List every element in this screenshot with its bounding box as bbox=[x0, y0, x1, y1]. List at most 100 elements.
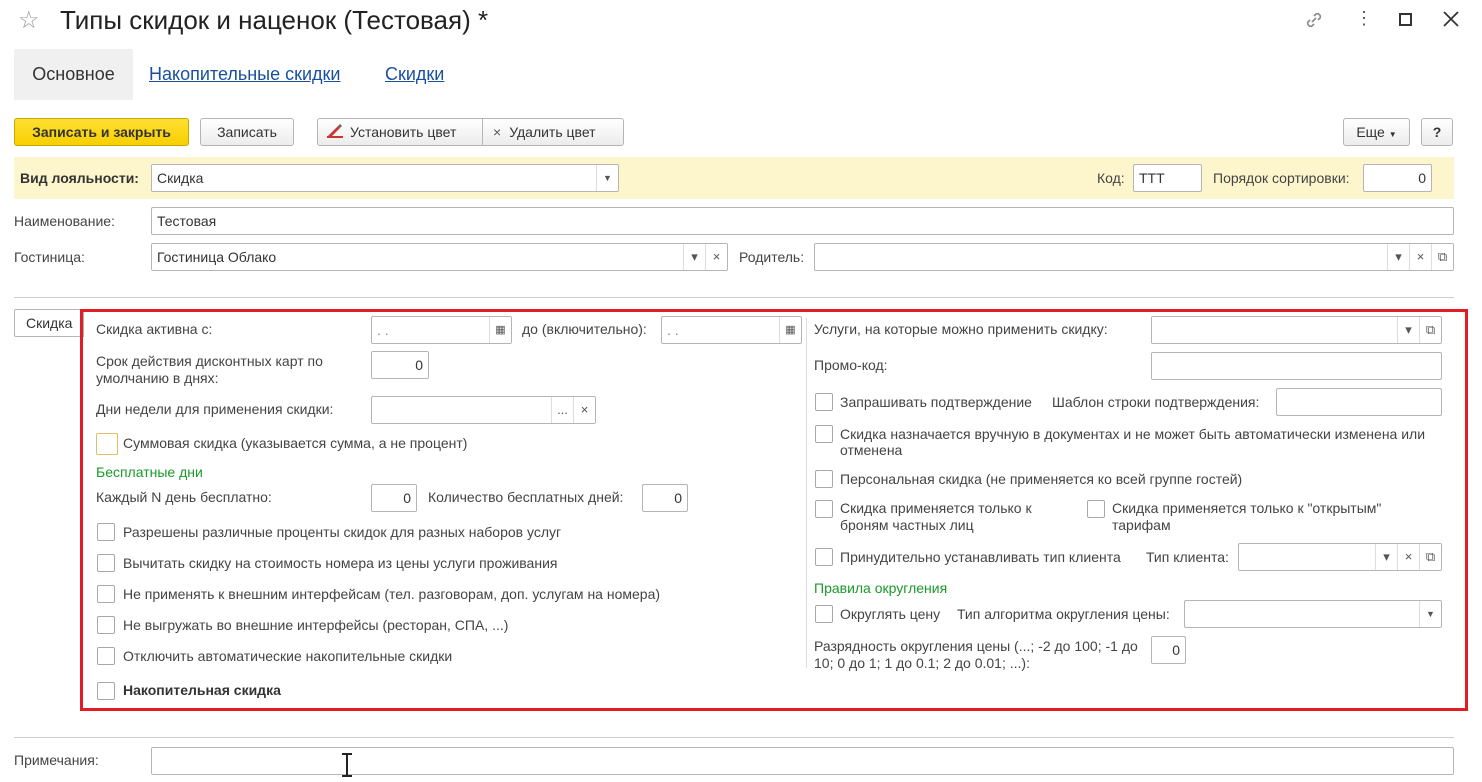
digits-label: Разрядность округления цены (...; -2 до … bbox=[814, 638, 1138, 671]
chevron-down-icon[interactable]: ▼ bbox=[596, 165, 618, 191]
ask-confirm-label: Запрашивать подтверждение bbox=[840, 394, 1032, 410]
algo-label: Тип алгоритма округления цены: bbox=[957, 606, 1170, 622]
check-label: Вычитать скидку на стоимость номера из ц… bbox=[123, 555, 558, 571]
chevron-down-icon[interactable]: ▾ bbox=[1375, 544, 1397, 570]
clear-icon[interactable]: × bbox=[1409, 244, 1431, 270]
active-from-date[interactable]: . . ▦ bbox=[371, 316, 512, 344]
calendar-icon[interactable]: ▦ bbox=[779, 317, 801, 343]
clear-icon[interactable]: × bbox=[1397, 544, 1419, 570]
checkbox[interactable] bbox=[97, 647, 115, 665]
text-cursor-icon bbox=[338, 752, 356, 781]
column-divider bbox=[806, 318, 807, 668]
client-type-select[interactable]: ▾ × ⧉ bbox=[1238, 543, 1442, 571]
confirm-template-input[interactable] bbox=[1276, 388, 1442, 416]
loyalty-select[interactable]: Скидка ▼ bbox=[151, 164, 619, 192]
tab-cumulative-discounts[interactable]: Накопительные скидки bbox=[149, 49, 341, 100]
chevron-down-icon[interactable]: ▾ bbox=[683, 244, 705, 270]
favorite-star-icon[interactable]: ☆ bbox=[18, 6, 40, 35]
free-count-input[interactable]: 0 bbox=[642, 484, 688, 512]
free-count-label: Количество бесплатных дней: bbox=[428, 489, 624, 505]
close-icon[interactable] bbox=[1442, 8, 1460, 34]
parent-select[interactable]: ▾ × ⧉ bbox=[814, 243, 1454, 271]
cumulative-checkbox[interactable] bbox=[97, 682, 115, 700]
parent-label: Родитель: bbox=[739, 249, 805, 265]
personal-checkbox[interactable] bbox=[815, 470, 833, 488]
code-label: Код: bbox=[1097, 170, 1125, 186]
tab-main[interactable]: Основное bbox=[14, 49, 133, 100]
card-term-label: Срок действия дисконтных карт по умолчан… bbox=[96, 353, 323, 386]
chevron-down-icon[interactable]: ▼ bbox=[1419, 601, 1441, 627]
maximize-icon[interactable] bbox=[1398, 8, 1414, 34]
active-from-label: Скидка активна с: bbox=[96, 321, 213, 337]
help-button[interactable]: ? bbox=[1421, 118, 1453, 146]
window-title: Типы скидок и наценок (Тестовая) * bbox=[60, 5, 489, 35]
active-to-date[interactable]: . . ▦ bbox=[661, 316, 802, 344]
delete-color-button[interactable]: × Удалить цвет bbox=[482, 118, 624, 146]
checkbox[interactable] bbox=[97, 523, 115, 541]
group-tab-discount[interactable]: Скидка bbox=[14, 309, 84, 337]
private-only-label: Скидка применяется только к броням частн… bbox=[840, 500, 1032, 533]
cumulative-label: Накопительная скидка bbox=[123, 682, 281, 698]
free-days-header: Бесплатные дни bbox=[96, 464, 203, 480]
check-label: Разрешены различные проценты скидок для … bbox=[123, 524, 562, 540]
more-button[interactable]: Еще ▼ bbox=[1343, 118, 1410, 146]
check-label: Не применять к внешним интерфейсам (тел.… bbox=[123, 586, 661, 602]
check-label: Отключить автоматические накопительные с… bbox=[123, 648, 453, 664]
every-n-input[interactable]: 0 bbox=[371, 484, 417, 512]
personal-label: Персональная скидка (не применяется ко в… bbox=[840, 471, 1243, 487]
more-vertical-icon[interactable]: ⋮ bbox=[1355, 8, 1373, 29]
sort-order-input[interactable]: 0 bbox=[1363, 164, 1432, 192]
services-label: Услуги, на которые можно применить скидк… bbox=[814, 321, 1108, 337]
paint-icon bbox=[326, 120, 344, 146]
date-value: . . bbox=[667, 322, 679, 338]
name-label: Наименование: bbox=[14, 213, 115, 229]
delete-icon: × bbox=[493, 124, 502, 140]
checkbox[interactable] bbox=[97, 554, 115, 572]
chevron-down-icon[interactable]: ▾ bbox=[1387, 244, 1409, 270]
save-button[interactable]: Записать bbox=[200, 118, 294, 146]
hotel-value: Гостиница Облако bbox=[157, 249, 277, 265]
open-icon[interactable]: ⧉ bbox=[1431, 244, 1453, 270]
round-price-checkbox[interactable] bbox=[815, 605, 833, 623]
sum-discount-label: Суммовая скидка (указывается сумма, а не… bbox=[123, 435, 468, 451]
sum-discount-checkbox[interactable] bbox=[96, 433, 118, 455]
clear-icon[interactable]: × bbox=[573, 397, 595, 423]
force-client-checkbox[interactable] bbox=[815, 548, 833, 566]
checkbox[interactable] bbox=[97, 616, 115, 634]
date-value: . . bbox=[377, 322, 389, 338]
checkbox[interactable] bbox=[97, 585, 115, 603]
link-icon[interactable] bbox=[1302, 8, 1326, 38]
sort-order-label: Порядок сортировки: bbox=[1213, 170, 1350, 186]
open-icon[interactable]: ⧉ bbox=[1419, 544, 1441, 570]
open-only-checkbox[interactable] bbox=[1087, 500, 1105, 518]
confirm-template-label: Шаблон строки подтверждения: bbox=[1052, 394, 1260, 410]
set-color-button[interactable]: Установить цвет bbox=[317, 118, 483, 146]
hotel-select[interactable]: Гостиница Облако ▾ × bbox=[151, 243, 728, 271]
name-input[interactable]: Тестовая bbox=[151, 207, 1454, 235]
ask-confirm-checkbox[interactable] bbox=[815, 393, 833, 411]
more-label: Еще bbox=[1356, 124, 1385, 140]
clear-icon[interactable]: × bbox=[705, 244, 727, 270]
algo-select[interactable]: ▼ bbox=[1184, 600, 1442, 628]
manual-checkbox[interactable] bbox=[815, 425, 833, 443]
card-term-input[interactable]: 0 bbox=[371, 351, 429, 379]
tab-discounts[interactable]: Скидки bbox=[385, 49, 444, 100]
private-only-checkbox[interactable] bbox=[815, 500, 833, 518]
force-client-label: Принудительно устанавливать тип клиента bbox=[840, 549, 1121, 565]
promo-label: Промо-код: bbox=[814, 357, 888, 373]
digits-input[interactable]: 0 bbox=[1151, 636, 1186, 664]
chevron-down-icon[interactable]: ▾ bbox=[1397, 317, 1419, 343]
round-price-label: Округлять цену bbox=[840, 606, 941, 622]
services-select[interactable]: ▾ ⧉ bbox=[1151, 316, 1442, 344]
calendar-icon[interactable]: ▦ bbox=[489, 317, 511, 343]
divider bbox=[14, 737, 1454, 738]
open-icon[interactable]: ⧉ bbox=[1419, 317, 1441, 343]
save-and-close-button[interactable]: Записать и закрыть bbox=[14, 118, 189, 146]
select-ellipsis-icon[interactable]: ... bbox=[551, 397, 573, 423]
loyalty-label: Вид лояльности: bbox=[20, 170, 139, 186]
weekdays-input[interactable]: ... × bbox=[371, 396, 596, 424]
check-label: Не выгружать во внешние интерфейсы (рест… bbox=[123, 617, 509, 633]
client-type-label: Тип клиента: bbox=[1146, 549, 1229, 565]
promo-input[interactable] bbox=[1151, 352, 1442, 380]
code-input[interactable]: ТТТ bbox=[1133, 164, 1202, 192]
